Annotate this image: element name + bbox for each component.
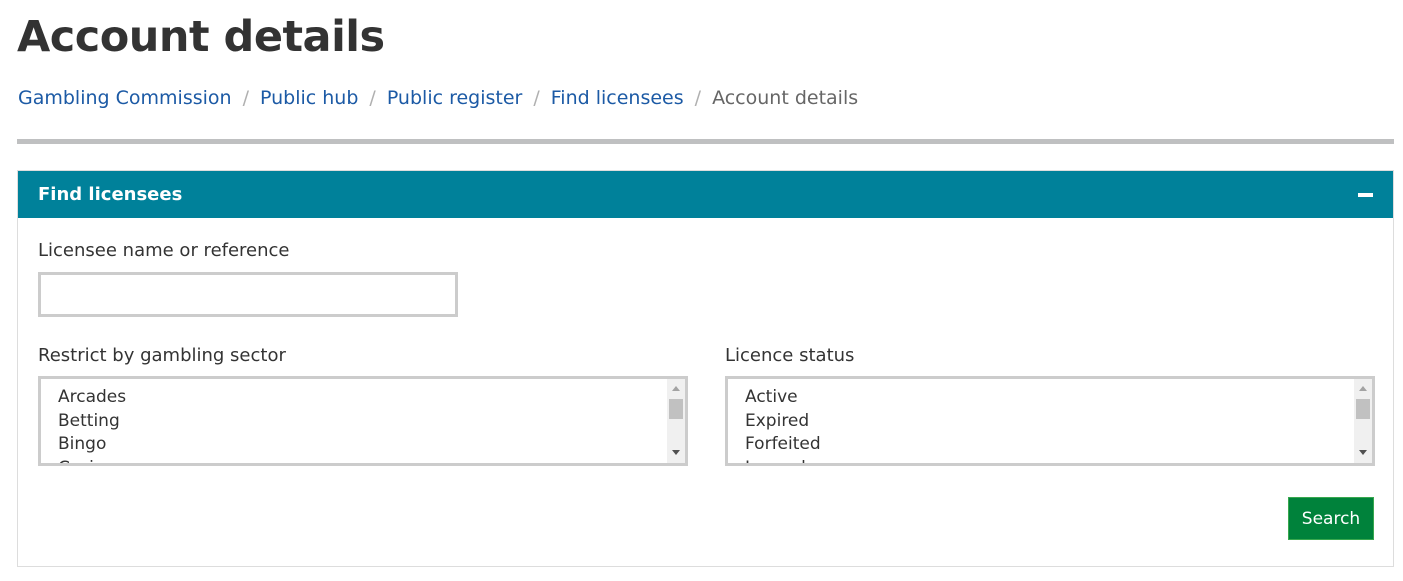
scroll-thumb[interactable]	[1356, 399, 1370, 419]
sector-option[interactable]: Bingo	[58, 433, 685, 457]
status-option[interactable]: Forfeited	[745, 433, 1372, 457]
breadcrumb: Gambling Commission / Public hub / Public re…	[18, 84, 858, 112]
breadcrumb-separator: /	[242, 87, 249, 109]
name-field-label: Licensee name or reference	[38, 240, 290, 261]
breadcrumb-link-find-licensees[interactable]: Find licensees	[551, 87, 684, 109]
breadcrumb-link-public-register[interactable]: Public register	[387, 87, 523, 109]
breadcrumb-current: Account details	[712, 87, 859, 109]
search-button[interactable]: Search	[1288, 497, 1374, 540]
sector-option[interactable]: Betting	[58, 410, 685, 434]
scroll-thumb[interactable]	[669, 399, 683, 419]
breadcrumb-separator: /	[694, 87, 702, 109]
find-licensees-panel: Find licensees Licensee name or referenc…	[17, 170, 1394, 567]
status-label: Licence status	[725, 345, 855, 366]
sector-option[interactable]: Casino	[58, 457, 685, 464]
status-scrollbar[interactable]	[1354, 379, 1372, 463]
panel-header[interactable]: Find licensees	[18, 171, 1393, 218]
status-option[interactable]: Lapsed	[745, 457, 1372, 464]
breadcrumb-separator: /	[369, 87, 376, 109]
status-option[interactable]: Expired	[745, 410, 1372, 434]
licensee-name-input[interactable]	[38, 272, 458, 317]
breadcrumb-separator: /	[533, 87, 540, 109]
divider	[17, 139, 1394, 144]
scroll-up-arrow-icon[interactable]	[672, 386, 680, 391]
breadcrumb-link-public-hub[interactable]: Public hub	[260, 87, 358, 109]
sector-option[interactable]: Arcades	[58, 386, 685, 410]
sector-label: Restrict by gambling sector	[38, 345, 286, 366]
panel-title: Find licensees	[38, 184, 183, 205]
status-option[interactable]: Active	[745, 386, 1372, 410]
scroll-up-arrow-icon[interactable]	[1359, 386, 1367, 391]
minus-icon[interactable]	[1358, 192, 1373, 197]
scroll-down-arrow-icon[interactable]	[1359, 450, 1367, 455]
scroll-down-arrow-icon[interactable]	[672, 450, 680, 455]
sector-listbox[interactable]: Arcades Betting Bingo Casino	[38, 376, 688, 466]
page-title: Account details	[17, 12, 385, 62]
sector-scrollbar[interactable]	[667, 379, 685, 463]
status-listbox[interactable]: Active Expired Forfeited Lapsed	[725, 376, 1375, 466]
breadcrumb-link-gambling-commission[interactable]: Gambling Commission	[18, 87, 232, 109]
